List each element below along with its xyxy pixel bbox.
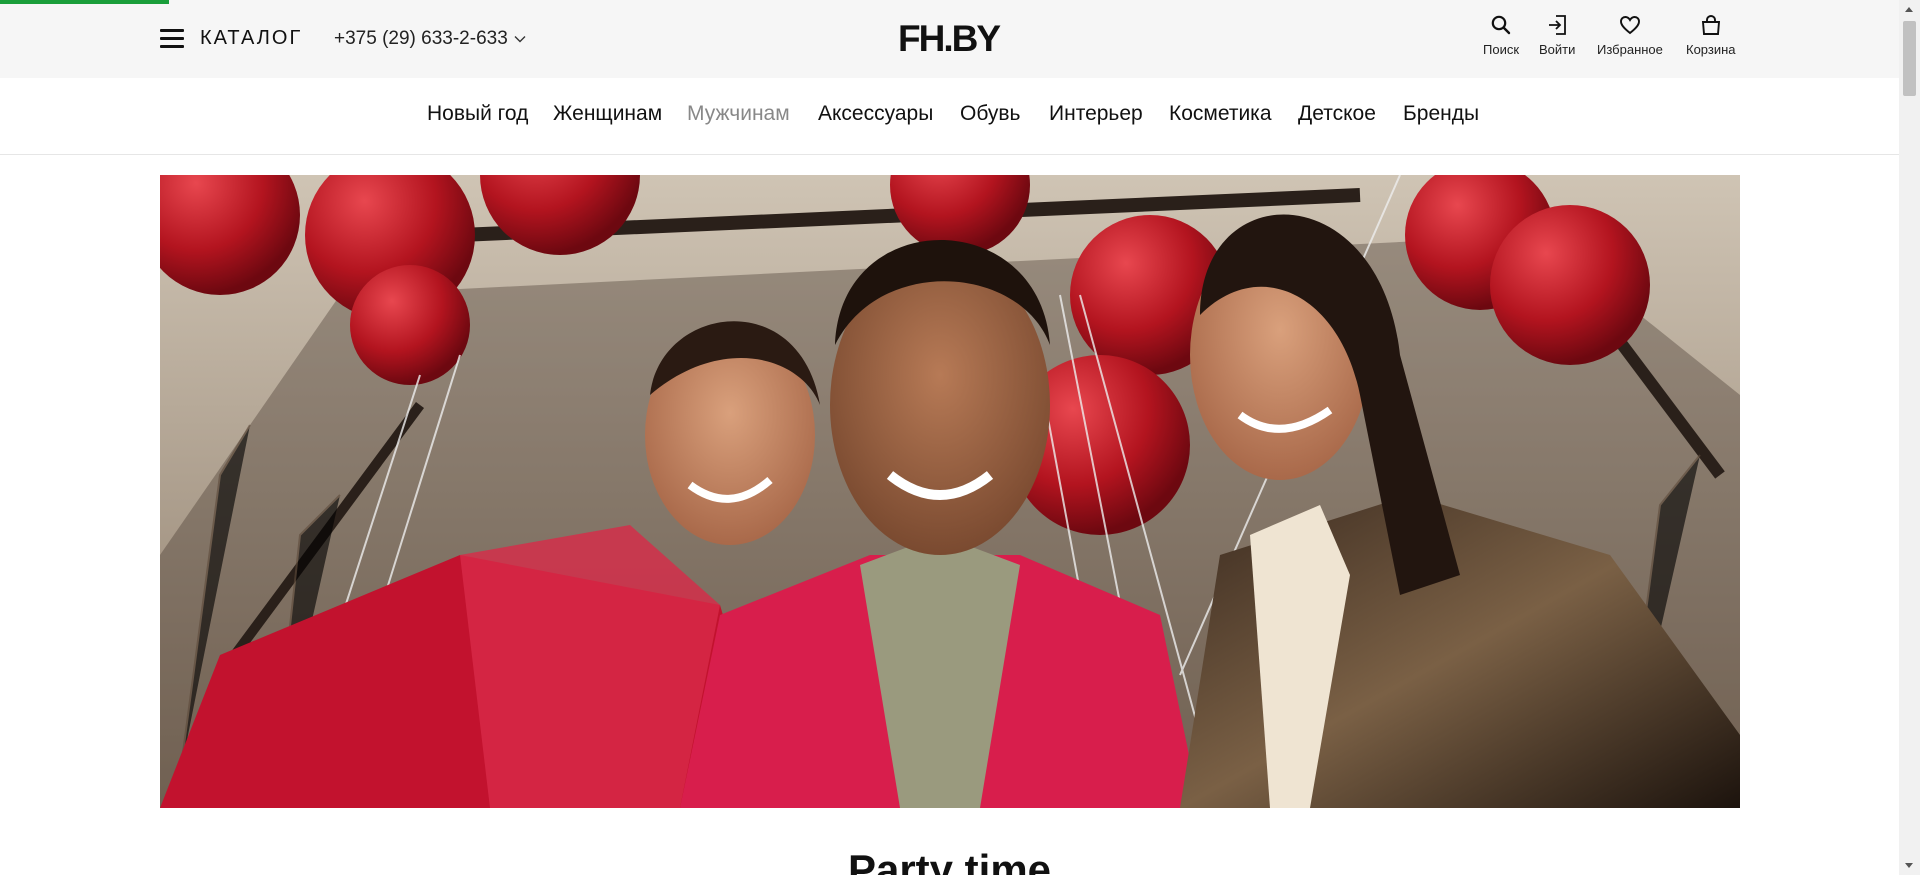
search-button[interactable]: Поиск <box>1483 14 1519 57</box>
bag-icon <box>1701 15 1720 35</box>
search-label: Поиск <box>1483 42 1520 57</box>
favorites-button[interactable]: Избранное <box>1597 14 1663 57</box>
nav-accessories[interactable]: Аксессуары <box>818 102 933 126</box>
cart-label: Корзина <box>1686 42 1736 57</box>
nav-men[interactable]: Мужчинам <box>687 102 790 126</box>
page-load-progress <box>0 0 169 4</box>
hero-banner[interactable] <box>160 175 1740 808</box>
login-icon <box>1549 15 1567 35</box>
nav-brands[interactable]: Бренды <box>1403 102 1479 126</box>
scroll-thumb[interactable] <box>1903 21 1916 96</box>
top-bar: КАТАЛОГ +375 (29) 633-2-633 FH.BY Поиск … <box>0 0 1899 78</box>
phone-dropdown[interactable]: +375 (29) 633-2-633 <box>334 28 526 50</box>
search-icon <box>1491 15 1511 35</box>
catalog-button[interactable]: КАТАЛОГ <box>200 27 302 50</box>
menu-icon[interactable] <box>160 28 184 48</box>
page-scrollbar[interactable] <box>1899 0 1920 875</box>
login-label: Войти <box>1539 42 1576 57</box>
favorites-label: Избранное <box>1597 42 1663 57</box>
phone-number: +375 (29) 633-2-633 <box>334 28 508 49</box>
nav-new-year[interactable]: Новый год <box>427 102 528 126</box>
category-nav: Новый год Женщинам Мужчинам Аксессуары О… <box>0 78 1899 155</box>
chevron-down-icon <box>514 36 526 43</box>
scroll-down-arrow-icon[interactable] <box>1905 863 1913 868</box>
hero-image <box>160 175 1740 808</box>
login-button[interactable]: Войти <box>1539 14 1575 57</box>
nav-women[interactable]: Женщинам <box>553 102 662 126</box>
nav-shoes[interactable]: Обувь <box>960 102 1021 126</box>
scroll-up-arrow-icon[interactable] <box>1905 7 1913 12</box>
heart-icon <box>1619 16 1640 35</box>
nav-interior[interactable]: Интерьер <box>1049 102 1143 126</box>
site-logo[interactable]: FH.BY <box>898 18 1001 60</box>
nav-kids[interactable]: Детское <box>1298 102 1376 126</box>
cart-button[interactable]: Корзина <box>1686 14 1736 57</box>
section-title: Party time <box>847 846 1052 875</box>
nav-cosmetics[interactable]: Косметика <box>1169 102 1272 126</box>
